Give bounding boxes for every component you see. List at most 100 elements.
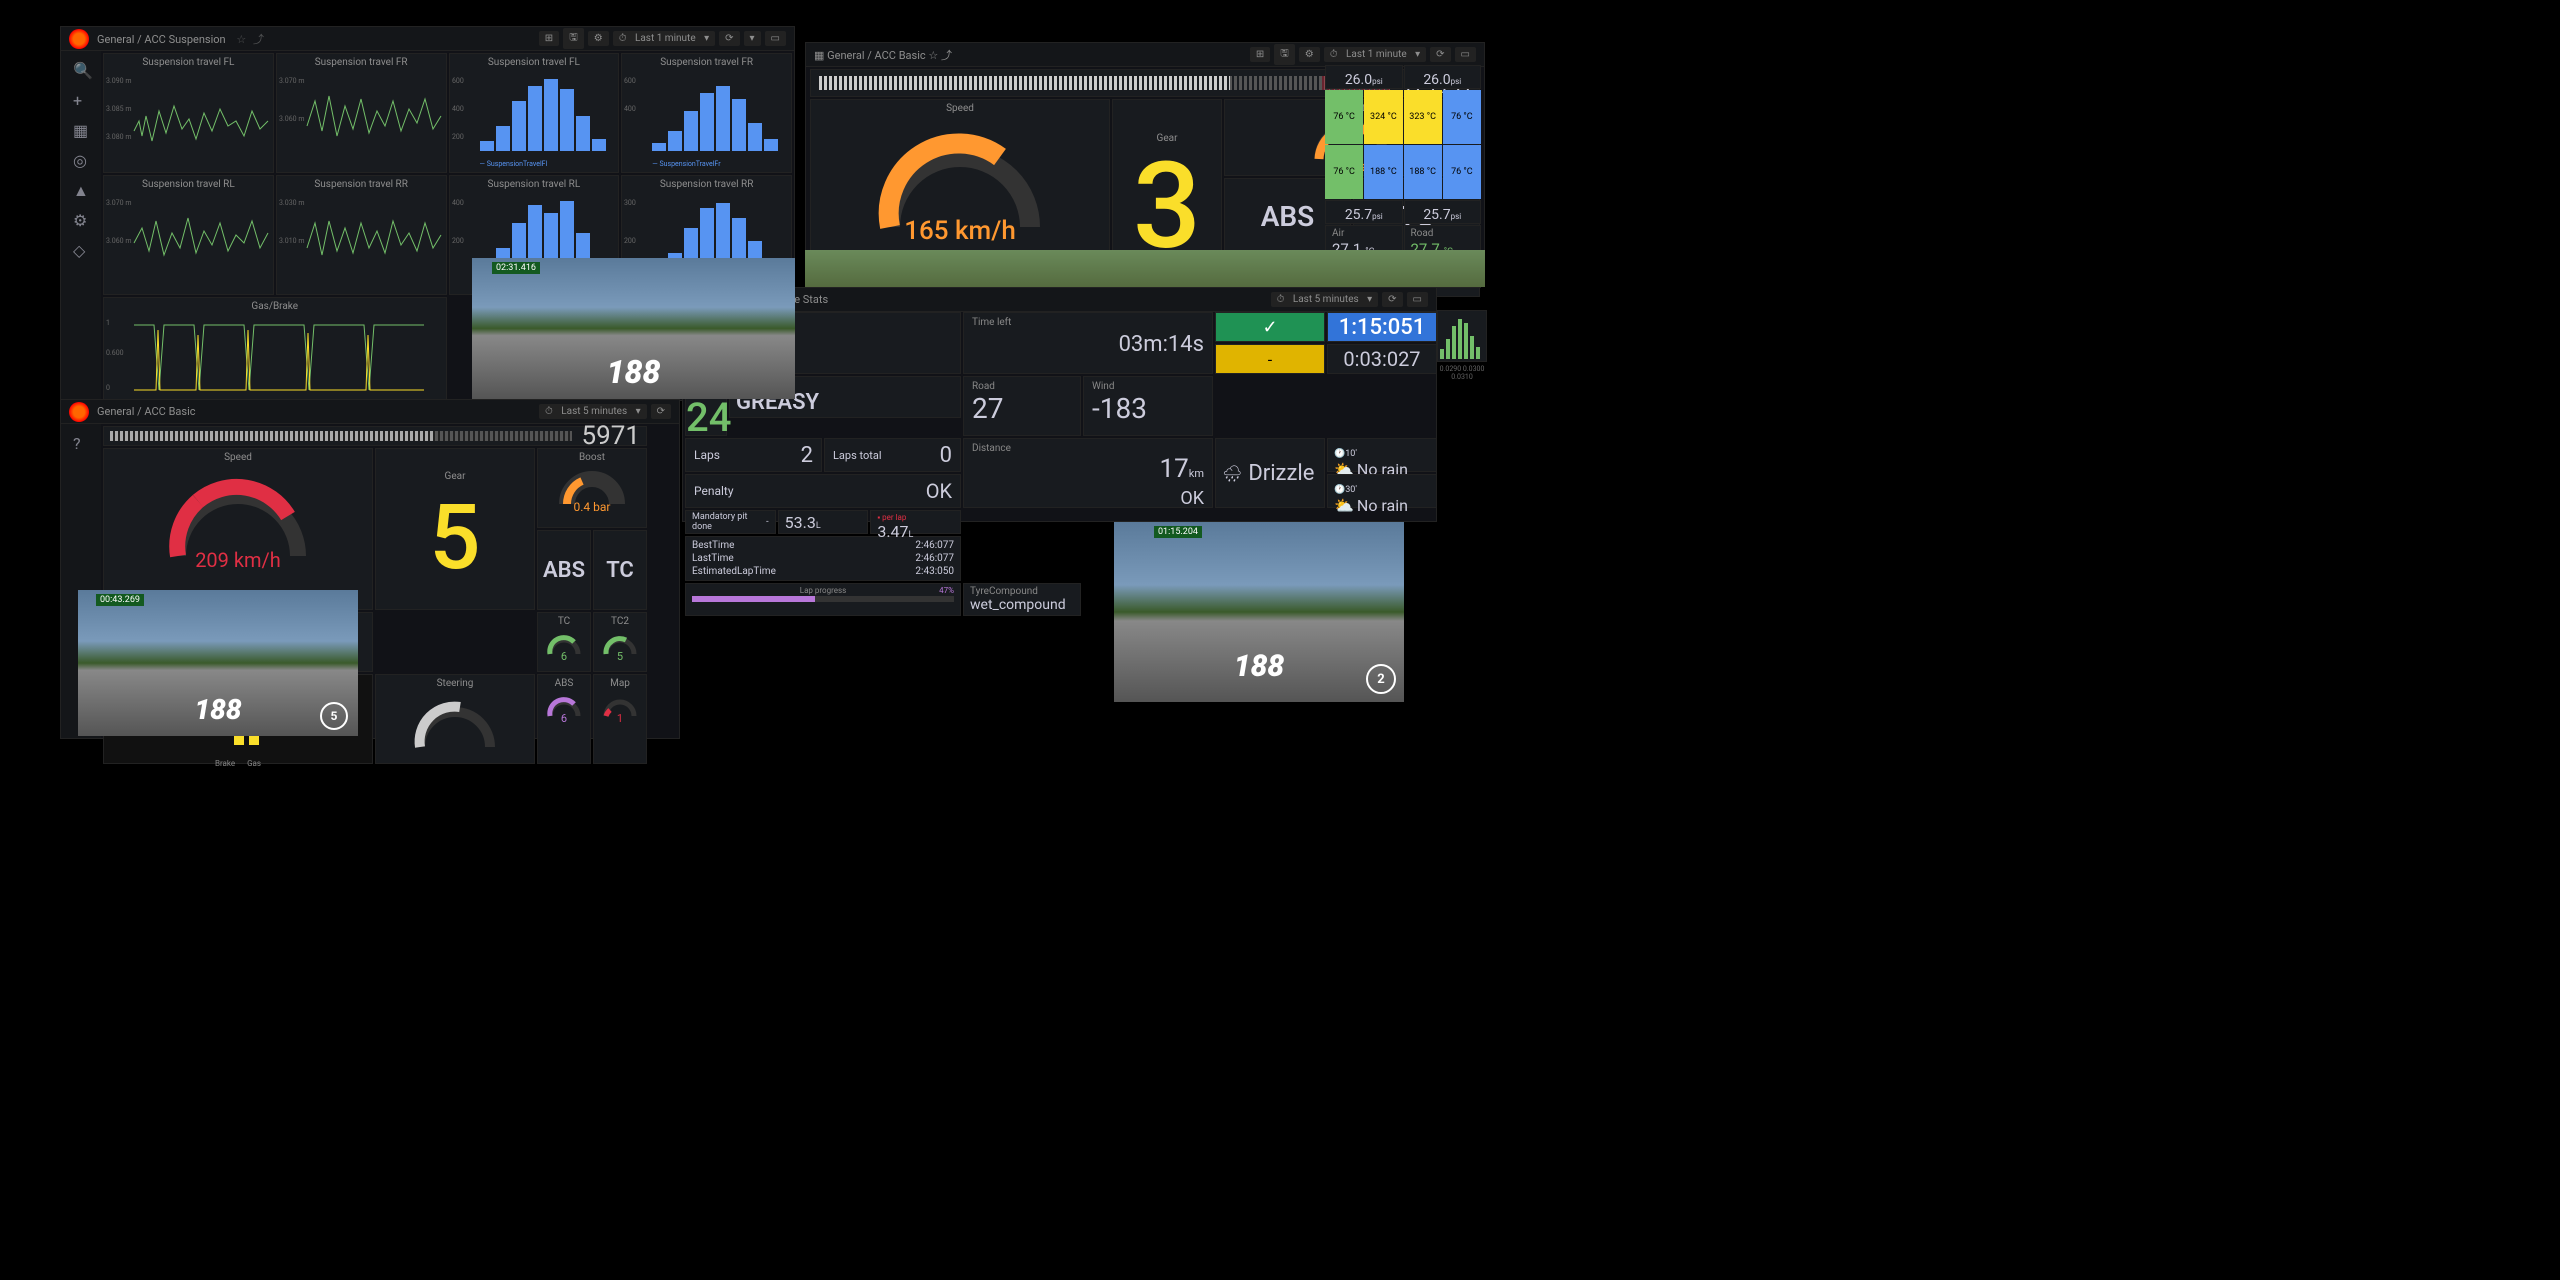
distance-stat: Distance17kmOK bbox=[963, 438, 1213, 508]
abs-indicator: ABS bbox=[537, 530, 591, 610]
panel-susp-fr-bar[interactable]: Suspension travel FR 600400 — Suspension… bbox=[621, 53, 792, 173]
gear-icon[interactable]: ⚙ bbox=[73, 211, 89, 227]
breadcrumb[interactable]: General / ACC Suspension ☆ ⤴ bbox=[97, 31, 539, 47]
svg-text:300: 300 bbox=[624, 199, 636, 207]
zoom-out-icon[interactable]: ⟳ bbox=[719, 31, 739, 46]
svg-text:200: 200 bbox=[452, 237, 464, 245]
add-panel-icon[interactable]: ⊞ bbox=[1250, 47, 1270, 62]
time-range[interactable]: ⏱ Last 5 minutes ▾ bbox=[1271, 292, 1379, 307]
svg-text:3.030 m: 3.030 m bbox=[279, 199, 304, 207]
svg-text:400: 400 bbox=[452, 105, 464, 113]
lap-times: BestTime2:46:077 LastTime2:46:077 Estima… bbox=[685, 536, 961, 581]
explore-icon[interactable]: ◎ bbox=[73, 151, 89, 167]
save-icon[interactable]: 🖫 bbox=[1274, 44, 1295, 65]
svg-text:1: 1 bbox=[106, 319, 110, 327]
drizzle-stat: 🌧Drizzle bbox=[1215, 438, 1325, 508]
breadcrumb[interactable]: ▦ General / ACC Basic ☆ ⤴ bbox=[814, 47, 1250, 63]
svg-text:3.060 m: 3.060 m bbox=[106, 237, 131, 245]
svg-text:3.070 m: 3.070 m bbox=[106, 199, 131, 207]
panel-susp-rr-line[interactable]: Suspension travel RR 3.030 m3.010 m bbox=[276, 175, 447, 295]
svg-text:3.090 m: 3.090 m bbox=[106, 77, 131, 85]
tyre-temp-inner-l: 324 °C bbox=[1364, 90, 1402, 144]
topbar: ▦ General / ACC Race Stats ⏱ Last 5 minu… bbox=[683, 288, 1436, 312]
histogram-spark: 0.0290 0.0300 0.0310 bbox=[1437, 310, 1487, 362]
time-left: Time left03m:14s bbox=[963, 312, 1213, 374]
abs2-gauge: ABS6 bbox=[537, 674, 591, 764]
flag-yellow: - bbox=[1215, 344, 1325, 374]
tv-icon[interactable]: ▭ bbox=[765, 31, 786, 46]
grafana-logo[interactable] bbox=[69, 402, 89, 422]
refresh-icon[interactable]: ⟳ bbox=[1382, 292, 1402, 307]
psi-rl: 25.7psi bbox=[1325, 200, 1403, 224]
tyre-compound: TyreCompoundwet_compound bbox=[963, 583, 1081, 616]
road-temp: Road27.7 °C bbox=[1404, 225, 1482, 253]
rpm-bar: 5971 bbox=[103, 426, 647, 446]
tyre-temp-outer-r: 76 °C bbox=[1443, 90, 1481, 144]
tyre-temp-inner-r: 323 °C bbox=[1404, 90, 1442, 144]
tv-icon[interactable]: ▭ bbox=[1407, 292, 1428, 307]
psi-fl: 26.0psi bbox=[1325, 65, 1403, 89]
dashboard-race: ▦ General / ACC Race Stats ⏱ Last 5 minu… bbox=[682, 287, 1437, 522]
svg-text:0.600: 0.600 bbox=[106, 349, 124, 357]
time-range[interactable]: ⏱ Last 1 minute ▾ bbox=[1324, 47, 1426, 62]
tyre-temp-outer-rl: 76 °C bbox=[1325, 145, 1363, 199]
delta-time: 0:03:027 bbox=[1327, 344, 1437, 374]
panel-susp-fl-bar[interactable]: Suspension travel FL 600400200 — Suspens… bbox=[449, 53, 620, 173]
perlap-stat: ▪ per lap3.47L bbox=[870, 510, 961, 534]
tyre-temp-rear-l: 188 °C bbox=[1364, 145, 1402, 199]
time-range[interactable]: ⏱ Last 1 minute ▾ bbox=[613, 31, 715, 46]
tc1-gauge: TC6 bbox=[537, 612, 591, 672]
boost-gauge: Boost 0.4 bar bbox=[537, 448, 647, 528]
svg-text:3.080 m: 3.080 m bbox=[106, 133, 131, 141]
breadcrumb[interactable]: General / ACC Basic bbox=[97, 405, 539, 418]
plus-icon[interactable]: + bbox=[73, 91, 89, 107]
svg-text:3.010 m: 3.010 m bbox=[279, 237, 304, 245]
clock-icon: 🕐 bbox=[1334, 449, 1345, 459]
dashboards-icon[interactable]: ▦ bbox=[73, 121, 89, 137]
rain10-stat: 🕐10'⛅No rain bbox=[1327, 438, 1437, 472]
svg-text:0: 0 bbox=[106, 384, 110, 392]
search-icon[interactable]: 🔍 bbox=[73, 61, 89, 77]
refresh-icon[interactable]: ▾ bbox=[744, 31, 761, 46]
rain30-stat: 🕐30'⛅No rain bbox=[1327, 474, 1437, 508]
fuel53-stat: 53.3L bbox=[778, 510, 869, 534]
svg-text:400: 400 bbox=[624, 105, 636, 113]
alert-icon[interactable]: ▲ bbox=[73, 181, 89, 197]
help-icon[interactable]: ? bbox=[73, 434, 89, 450]
svg-text:400: 400 bbox=[452, 199, 464, 207]
tyre-temp-rear-r: 188 °C bbox=[1404, 145, 1442, 199]
game-screenshot-4: 01:15.204 188 2 bbox=[1114, 522, 1404, 702]
panel-susp-rl-line[interactable]: Suspension travel RL 3.070 m3.060 m bbox=[103, 175, 274, 295]
current-lap: 1:15:051 bbox=[1327, 312, 1437, 342]
panel-susp-fr-line[interactable]: Suspension travel FR 3.070 m3.060 m bbox=[276, 53, 447, 173]
penalty-stat: PenaltyOK bbox=[685, 474, 961, 508]
panel-susp-fl-line[interactable]: Suspension travel FL 3.090 m3.085 m3.080… bbox=[103, 53, 274, 173]
shield-icon[interactable]: ◇ bbox=[73, 241, 89, 257]
save-icon[interactable]: 🖫 bbox=[563, 28, 584, 49]
panel-add-icon[interactable]: ⊞ bbox=[539, 31, 559, 46]
svg-text:600: 600 bbox=[624, 77, 636, 85]
refresh-icon[interactable]: ⟳ bbox=[651, 404, 671, 419]
settings-icon[interactable]: ⚙ bbox=[1299, 47, 1320, 62]
game-screenshot-2 bbox=[805, 250, 1485, 287]
grafana-logo[interactable] bbox=[69, 29, 89, 49]
game-screenshot-3: 00:43.269 188 5 bbox=[78, 590, 358, 736]
tc-indicator: TC bbox=[593, 530, 647, 610]
rain-icon: 🌧 bbox=[1222, 464, 1242, 483]
air-temp: Air27.1 °C bbox=[1325, 225, 1403, 253]
lap-progress: Lap progress 47% bbox=[685, 583, 961, 616]
lapstotal-stat: Laps total0 bbox=[824, 438, 961, 472]
gear-display: Gear 5 bbox=[375, 448, 535, 610]
svg-text:200: 200 bbox=[624, 237, 636, 245]
speed-gauge: Speed 209 km/h bbox=[103, 448, 373, 610]
psi-fr: 26.0psi bbox=[1404, 65, 1482, 89]
tv-icon[interactable]: ▭ bbox=[1455, 47, 1476, 62]
sidenav: 🔍 + ▦ ◎ ▲ ⚙ ◇ bbox=[61, 51, 101, 400]
tyre-temp-outer-rr: 76 °C bbox=[1443, 145, 1481, 199]
zoom-icon[interactable]: ⟳ bbox=[1430, 47, 1450, 62]
map-gauge: Map1 bbox=[593, 674, 647, 764]
time-range[interactable]: ⏱ Last 5 minutes ▾ bbox=[539, 404, 647, 419]
svg-text:3.070 m: 3.070 m bbox=[279, 77, 304, 85]
panel-gas-brake[interactable]: Gas/Brake 10.6000 bbox=[103, 297, 447, 402]
settings-icon[interactable]: ⚙ bbox=[588, 31, 609, 46]
